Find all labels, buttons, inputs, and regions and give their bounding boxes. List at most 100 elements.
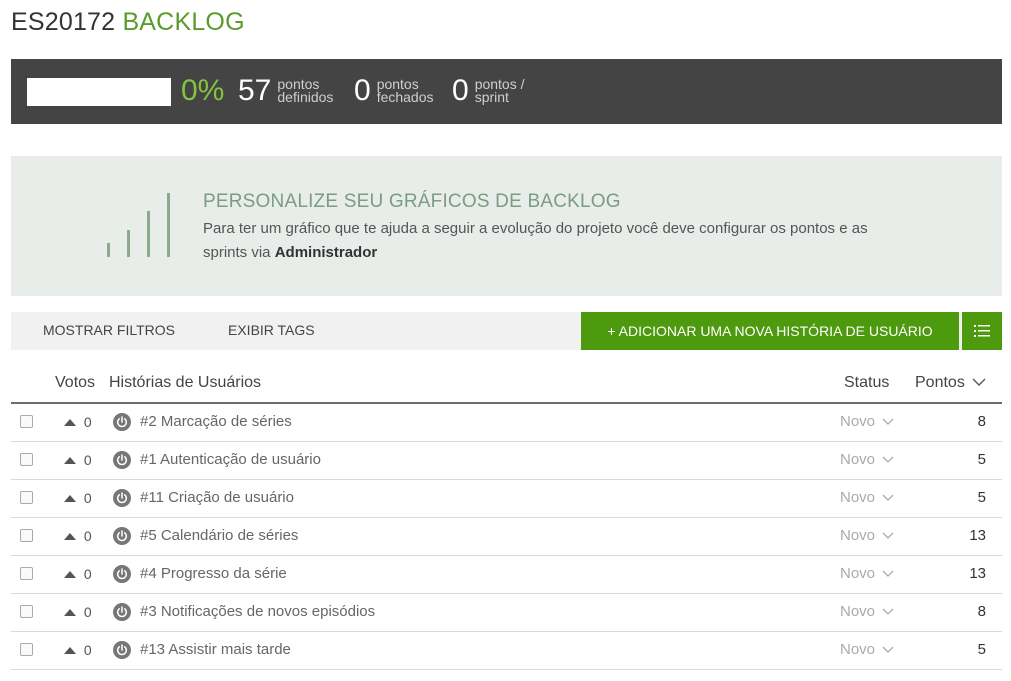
row-checkbox[interactable] — [20, 529, 33, 542]
backlog-toolbar: MOSTRAR FILTROS EXIBIR TAGS + ADICIONAR … — [11, 312, 1002, 350]
chevron-down-icon — [882, 608, 894, 615]
row-checkbox[interactable] — [20, 453, 33, 466]
story-title-link[interactable]: #3 Notificações de novos episódios — [140, 603, 375, 620]
chevron-down-icon — [972, 378, 986, 386]
story-points[interactable]: 8 — [978, 413, 986, 430]
progress-percent: 0% — [181, 74, 225, 107]
story-title-link[interactable]: #5 Calendário de séries — [140, 527, 298, 544]
story-points[interactable]: 13 — [969, 527, 986, 544]
power-icon[interactable] — [113, 451, 131, 469]
status-value: Novo — [840, 603, 876, 620]
upvote-icon — [64, 457, 76, 464]
vote-count[interactable]: 0 — [64, 642, 92, 658]
bar-chart-icon — [106, 191, 176, 257]
upvote-icon — [64, 495, 76, 502]
story-title-link[interactable]: #13 Assistir mais tarde — [140, 641, 291, 658]
vote-value: 0 — [83, 566, 92, 582]
vote-count[interactable]: 0 — [64, 528, 92, 544]
upvote-icon — [64, 533, 76, 540]
show-filters-button[interactable]: MOSTRAR FILTROS — [43, 322, 175, 338]
vote-count[interactable]: 0 — [64, 414, 92, 430]
power-icon[interactable] — [113, 641, 131, 659]
power-icon[interactable] — [113, 527, 131, 545]
story-title-link[interactable]: #2 Marcação de séries — [140, 413, 292, 430]
promo-title: PERSONALIZE SEU GRÁFICOS DE BACKLOG — [203, 191, 621, 212]
row-checkbox[interactable] — [20, 567, 33, 580]
chevron-down-icon — [882, 570, 894, 577]
bulk-insert-button[interactable] — [962, 312, 1002, 350]
upvote-icon — [64, 571, 76, 578]
vote-value: 0 — [83, 528, 92, 544]
vote-value: 0 — [83, 604, 92, 620]
stat-closed: 0 pontos fechados — [354, 74, 447, 108]
vote-value: 0 — [83, 490, 92, 506]
stat-sprint-value: 0 — [452, 74, 469, 107]
col-points[interactable]: Pontos — [915, 374, 986, 392]
col-points-label: Pontos — [915, 374, 965, 391]
col-stories: Histórias de Usuários — [109, 374, 262, 391]
story-points[interactable]: 5 — [978, 489, 986, 506]
chevron-down-icon — [882, 494, 894, 501]
upvote-icon — [64, 609, 76, 616]
story-title-link[interactable]: #11 Criação de usuário — [140, 489, 294, 506]
story-points[interactable]: 5 — [978, 451, 986, 468]
vote-count[interactable]: 0 — [64, 490, 92, 506]
status-value: Novo — [840, 527, 876, 544]
add-user-story-button[interactable]: + ADICIONAR UMA NOVA HISTÓRIA DE USUÁRIO — [581, 312, 959, 350]
vote-count[interactable]: 0 — [64, 452, 92, 468]
project-name: ES20172 — [11, 8, 116, 36]
stat-defined-value: 57 — [238, 74, 272, 107]
chevron-down-icon — [882, 646, 894, 653]
power-icon[interactable] — [113, 603, 131, 621]
table-row[interactable]: 0 #4 Progresso da série Novo 13 — [11, 556, 1002, 594]
status-value: Novo — [840, 565, 876, 582]
power-icon[interactable] — [113, 565, 131, 583]
list-icon — [974, 325, 990, 337]
status-dropdown[interactable]: Novo — [840, 527, 894, 544]
promo-text: Para ter um gráfico que te ajuda a segui… — [203, 217, 913, 265]
col-status: Status — [844, 374, 890, 391]
status-value: Novo — [840, 489, 876, 506]
table-row[interactable]: 0 #13 Assistir mais tarde Novo 5 — [11, 632, 1002, 670]
story-points[interactable]: 5 — [978, 641, 986, 658]
upvote-icon — [64, 647, 76, 654]
status-dropdown[interactable]: Novo — [840, 565, 894, 582]
power-icon[interactable] — [113, 489, 131, 507]
status-value: Novo — [840, 451, 876, 468]
status-value: Novo — [840, 641, 876, 658]
status-dropdown[interactable]: Novo — [840, 641, 894, 658]
table-row[interactable]: 0 #1 Autenticação de usuário Novo 5 — [11, 442, 1002, 480]
status-dropdown[interactable]: Novo — [840, 451, 894, 468]
story-title-link[interactable]: #1 Autenticação de usuário — [140, 451, 321, 468]
page-title: ES20172 BACKLOG — [11, 8, 245, 37]
story-title-link[interactable]: #4 Progresso da série — [140, 565, 287, 582]
status-value: Novo — [840, 413, 876, 430]
story-points[interactable]: 8 — [978, 603, 986, 620]
table-row[interactable]: 0 #11 Criação de usuário Novo 5 — [11, 480, 1002, 518]
admin-link[interactable]: Administrador — [275, 244, 378, 261]
chevron-down-icon — [882, 418, 894, 425]
table-row[interactable]: 0 #5 Calendário de séries Novo 13 — [11, 518, 1002, 556]
table-header: Votos Histórias de Usuários Status Ponto… — [11, 366, 1002, 404]
table-row[interactable]: 0 #3 Notificações de novos episódios Nov… — [11, 594, 1002, 632]
vote-count[interactable]: 0 — [64, 604, 92, 620]
status-dropdown[interactable]: Novo — [840, 413, 894, 430]
row-checkbox[interactable] — [20, 605, 33, 618]
power-icon[interactable] — [113, 413, 131, 431]
col-votes[interactable]: Votos — [55, 374, 95, 392]
status-dropdown[interactable]: Novo — [840, 603, 894, 620]
stat-defined-label: pontos definidos — [277, 76, 334, 105]
vote-value: 0 — [83, 414, 92, 430]
progress-bar — [27, 78, 171, 106]
vote-count[interactable]: 0 — [64, 566, 92, 582]
row-checkbox[interactable] — [20, 491, 33, 504]
user-story-list: 0 #2 Marcação de séries Novo 8 0 #1 Aute… — [11, 404, 1002, 670]
status-dropdown[interactable]: Novo — [840, 489, 894, 506]
upvote-icon — [64, 419, 76, 426]
table-row[interactable]: 0 #2 Marcação de séries Novo 8 — [11, 404, 1002, 442]
row-checkbox[interactable] — [20, 415, 33, 428]
show-tags-button[interactable]: EXIBIR TAGS — [228, 322, 315, 338]
stats-bar: 0% 57 pontos definidos 0 pontos fechados… — [11, 59, 1002, 124]
row-checkbox[interactable] — [20, 643, 33, 656]
story-points[interactable]: 13 — [969, 565, 986, 582]
